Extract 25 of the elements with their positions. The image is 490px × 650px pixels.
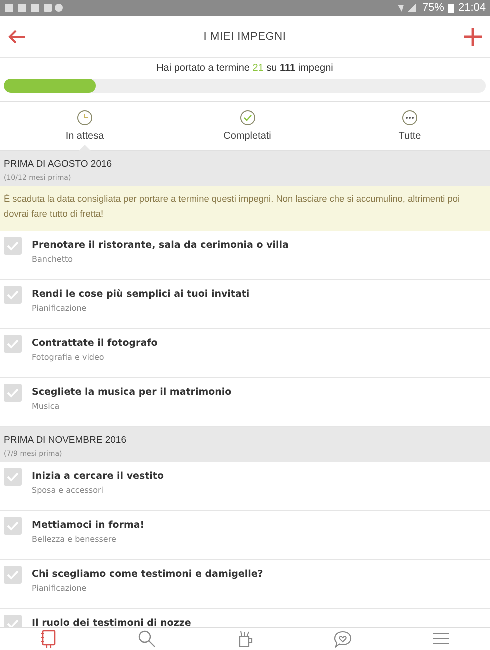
overdue-notice: È scaduta la data consigliata per portare a termine questi impegni. Non lasciare che si accumulino, altrimenti poi dovrai fare tutto di fretta! xyxy=(0,186,490,231)
task-category: Banchetto xyxy=(32,255,74,264)
tab[interactable]: Completati xyxy=(208,102,288,150)
section-title: PRIMA DI AGOSTO 2016 xyxy=(4,159,114,170)
section-title: PRIMA DI NOVEMBRE 2016 xyxy=(4,435,128,446)
task-category: Pianificazione xyxy=(32,584,88,593)
task-category: Pianificazione xyxy=(32,304,88,313)
task-title[interactable]: Mettiamoci in forma! xyxy=(32,520,145,531)
page-title: I MIEI IMPEGNI xyxy=(204,30,286,42)
tab[interactable]: In attesa xyxy=(45,102,125,150)
battery-level: 75% xyxy=(422,2,444,14)
task-title[interactable]: Chi scegliamo come testimoni e damigelle? xyxy=(32,569,264,580)
task-category: Sposa e accessori xyxy=(32,486,104,495)
task-title[interactable]: Scegliete la musica per il matrimonio xyxy=(32,387,232,398)
task-category: Bellezza e benessere xyxy=(32,535,118,544)
task-title[interactable]: Il ruolo dei testimoni di nozze xyxy=(32,618,192,627)
progress-summary: Hai portato a termine 21 su 111 impegni xyxy=(156,62,334,76)
task-title[interactable]: Contrattate il fotografo xyxy=(32,338,158,349)
clock-time: 21:04 xyxy=(458,2,486,14)
task-category: Musica xyxy=(32,402,61,411)
task-category: Fotografia e video xyxy=(32,353,106,362)
task-title[interactable]: Prenotare il ristorante, sala da cerimonia o villa xyxy=(32,240,289,251)
task-title[interactable]: Rendi le cose più semplici ai tuoi invitati xyxy=(32,289,250,300)
tab[interactable]: Tutte xyxy=(370,102,450,150)
task-title[interactable]: Inizia a cercare il vestito xyxy=(32,471,164,482)
